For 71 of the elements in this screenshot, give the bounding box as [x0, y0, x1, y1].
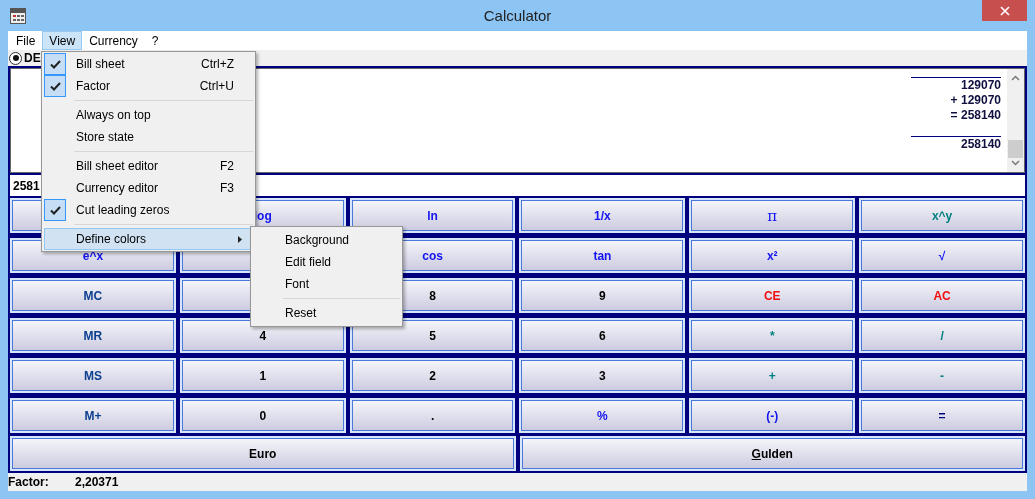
calculator-key[interactable]: (-) [689, 398, 856, 433]
calculator-app-icon [10, 7, 26, 24]
calculator-key[interactable]: + [689, 358, 856, 393]
checkmark-icon [49, 205, 61, 215]
scroll-down-icon[interactable] [1011, 160, 1020, 166]
menu-option[interactable]: Bill sheet editor F2 [44, 155, 253, 177]
calculator-key[interactable]: M+ [10, 398, 176, 433]
calculator-key[interactable]: tan [519, 238, 686, 273]
calculator-key[interactable]: x^y [859, 198, 1025, 233]
bill-line: 258140 [960, 137, 1001, 152]
menu-item[interactable]: Currency [82, 31, 145, 50]
calculator-key[interactable]: x² [689, 238, 856, 273]
submenu-arrow-icon [238, 235, 242, 243]
calculator-key[interactable]: * [689, 318, 856, 353]
menu-option[interactable]: Always on top [44, 104, 253, 126]
calculator-key[interactable]: 1/x [519, 198, 686, 233]
menu-item[interactable]: File [9, 31, 43, 50]
calculator-key[interactable]: MS [10, 358, 176, 393]
menu-option[interactable]: Bill sheet Ctrl+Z [44, 53, 253, 75]
calculator-key[interactable]: 9 [519, 278, 686, 313]
shortcut-label: Ctrl+U [199, 79, 234, 93]
currency-button[interactable]: Euro [10, 436, 516, 471]
menu-option-label: Cut leading zeros [76, 203, 170, 217]
calculator-key[interactable]: √ [859, 238, 1025, 273]
calculator-key[interactable]: = [859, 398, 1025, 433]
scrollbar[interactable] [1007, 69, 1024, 172]
calculator-key[interactable]: % [519, 398, 686, 433]
checkmark-icon [49, 59, 61, 69]
checkmark-icon [49, 81, 61, 91]
calculator-key[interactable]: 1 [179, 358, 346, 393]
menu-option[interactable]: Factor Ctrl+U [44, 75, 253, 97]
status-label: Factor: [8, 475, 50, 489]
menu-option-label: Bill sheet [76, 57, 125, 71]
menu-item[interactable]: ? [144, 31, 166, 50]
menu-item[interactable]: View [42, 31, 83, 50]
calculator-key[interactable]: π [689, 198, 856, 233]
close-button[interactable] [982, 0, 1027, 21]
menu-option[interactable]: Define colors [44, 228, 253, 250]
window-title: Calculator [483, 7, 552, 24]
menu-option-label: Currency editor [76, 181, 159, 195]
menu-option-label: Bill sheet editor [76, 159, 159, 173]
calculator-key[interactable]: MC [10, 278, 176, 313]
close-icon [999, 5, 1010, 16]
bill-line: + 129070 [950, 93, 1001, 108]
calculator-key[interactable]: / [859, 318, 1025, 353]
calculator-key[interactable]: 3 [519, 358, 686, 393]
shortcut-label: F2 [220, 159, 234, 173]
calculator-key[interactable]: 6 [519, 318, 686, 353]
radio-label: DE [24, 51, 41, 65]
calculator-key[interactable]: ln [349, 198, 516, 233]
calculator-key[interactable]: . [349, 398, 516, 433]
menu-option[interactable]: Currency editor F3 [44, 177, 253, 199]
calculator-key[interactable]: - [859, 358, 1025, 393]
menu-option-label: Store state [76, 130, 135, 144]
scroll-up-icon[interactable] [1011, 75, 1020, 81]
bill-line: 129070 [960, 78, 1001, 93]
menu-option-label: Always on top [76, 108, 151, 122]
menu-option[interactable]: Store state [44, 126, 253, 148]
calculator-key[interactable]: 5 [349, 318, 516, 353]
menu-option[interactable]: Cut leading zeros [44, 199, 253, 221]
radio-button[interactable] [9, 51, 22, 65]
scroll-thumb[interactable] [1008, 140, 1023, 158]
bill-line: = 258140 [950, 108, 1001, 123]
currency-button[interactable]: Gulden [519, 436, 1025, 471]
status-value: 2,20371 [75, 475, 119, 489]
shortcut-label: Ctrl+Z [201, 57, 234, 71]
menu-option-label: Factor [76, 79, 110, 93]
calculator-key[interactable]: MR [10, 318, 176, 353]
shortcut-label: F3 [220, 181, 234, 195]
calculator-key[interactable]: 2 [349, 358, 516, 393]
calculator-key[interactable]: 0 [179, 398, 346, 433]
